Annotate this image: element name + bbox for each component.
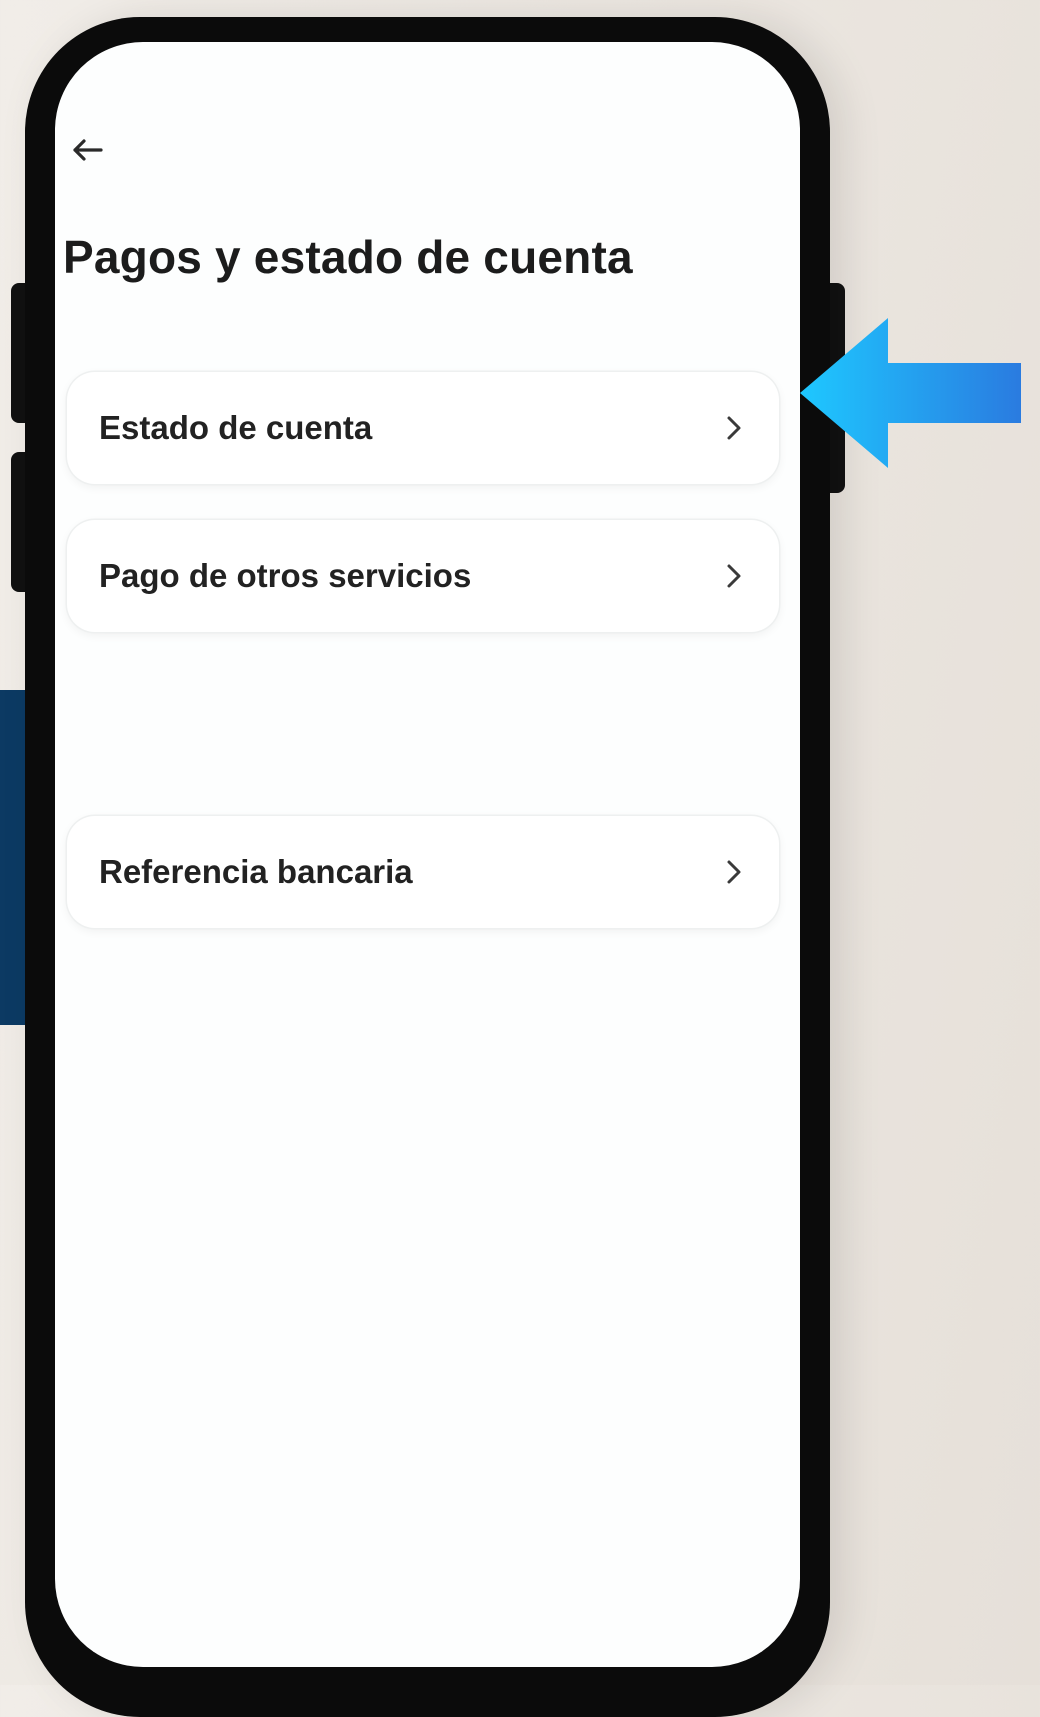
phone-screen: Pagos y estado de cuenta Estado de cuent… xyxy=(55,42,800,1667)
chevron-right-icon xyxy=(721,857,747,887)
menu-item-label: Referencia bancaria xyxy=(99,853,413,890)
menu-item-estado-de-cuenta[interactable]: Estado de cuenta xyxy=(67,372,779,484)
pointer-arrow-icon xyxy=(800,318,1021,468)
chevron-right-icon xyxy=(721,413,747,443)
arrow-left-icon xyxy=(73,139,103,161)
back-button[interactable] xyxy=(67,130,107,170)
chevron-right-icon xyxy=(721,561,747,591)
menu-item-referencia-bancaria[interactable]: Referencia bancaria xyxy=(67,816,779,928)
page-title: Pagos y estado de cuenta xyxy=(63,231,633,283)
menu-item-label: Pago de otros servicios xyxy=(99,557,472,594)
menu-item-label: Estado de cuenta xyxy=(99,409,373,446)
phone-frame: Pagos y estado de cuenta Estado de cuent… xyxy=(25,17,830,1717)
menu-item-pago-de-otros-servicios[interactable]: Pago de otros servicios xyxy=(67,520,779,632)
